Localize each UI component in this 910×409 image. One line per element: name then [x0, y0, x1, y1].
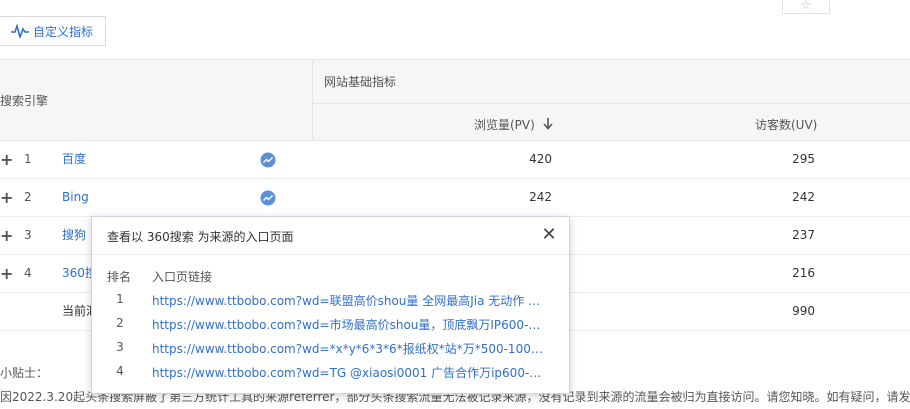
expand-icon[interactable]: +: [0, 179, 13, 216]
uv-value: 295: [792, 152, 815, 166]
metric-headers: 浏览量(PV) 访客数(UV): [312, 103, 910, 141]
entry-page-link[interactable]: https://www.ttbobo.com?wd=联盟高价shou量 全网最高…: [152, 292, 547, 309]
trend-chart-icon[interactable]: [260, 190, 276, 206]
rank-column-header: 排名: [107, 270, 132, 284]
uv-value: 237: [792, 228, 815, 242]
uv-value: 242: [792, 190, 815, 204]
engine-name-link[interactable]: Bing: [62, 179, 89, 216]
pulse-icon: [11, 24, 29, 38]
popup-title: 查看以 360搜索 为来源的入口页面: [107, 230, 294, 244]
star-icon: ☆: [800, 0, 812, 12]
row-index: 4: [24, 266, 32, 280]
entry-page-link[interactable]: https://www.ttbobo.com?wd=TG @xiaosi0001…: [152, 364, 547, 381]
row-index: 2: [24, 190, 32, 204]
group-header: 网站基础指标: [312, 59, 910, 103]
custom-metrics-button[interactable]: 自定义指标: [0, 16, 106, 46]
pv-value: 242: [529, 190, 552, 204]
engine-name-link[interactable]: 搜狗: [62, 217, 86, 254]
rank-value: 2: [116, 316, 124, 330]
table-row: + 2 Bing 242 242: [0, 179, 910, 217]
engine-name-link[interactable]: 百度: [62, 141, 86, 178]
rank-value: 4: [116, 364, 124, 378]
row-index: 1: [24, 152, 32, 166]
pv-value: 420: [529, 152, 552, 166]
group-header-label: 网站基础指标: [324, 75, 397, 89]
uv-column-header[interactable]: 访客数(UV): [755, 116, 817, 133]
table-row: + 1 百度 420 295: [0, 141, 910, 179]
custom-metrics-label: 自定义指标: [33, 24, 94, 39]
sort-desc-icon[interactable]: [543, 118, 553, 130]
summary-uv-value: 990: [792, 304, 815, 318]
entry-pages-popup: 查看以 360搜索 为来源的入口页面 ✕ 排名 入口页链接 1 https://…: [91, 216, 570, 394]
trend-chart-icon[interactable]: [260, 152, 276, 168]
expand-icon[interactable]: +: [0, 217, 13, 254]
popup-header: 查看以 360搜索 为来源的入口页面 ✕: [92, 217, 569, 255]
row-index: 3: [24, 228, 32, 242]
tips-title: 小贴士：: [0, 366, 49, 380]
uv-value: 216: [792, 266, 815, 280]
engine-column-label: 搜索引擎: [0, 94, 49, 108]
pv-column-header[interactable]: 浏览量(PV): [474, 116, 535, 133]
expand-icon[interactable]: +: [0, 141, 13, 178]
rank-value: 1: [116, 292, 124, 306]
entry-page-link[interactable]: https://www.ttbobo.com?wd=*x*y*6*3*6*报纸权…: [152, 340, 547, 357]
link-column-header: 入口页链接: [152, 270, 213, 284]
favorite-button[interactable]: ☆: [782, 0, 830, 14]
rank-value: 3: [116, 340, 124, 354]
expand-icon[interactable]: +: [0, 255, 13, 292]
engine-column-header: 搜索引擎: [0, 59, 312, 141]
close-icon[interactable]: ✕: [541, 225, 557, 245]
entry-page-link[interactable]: https://www.ttbobo.com?wd=市场最高价shou量，顶底飘…: [152, 316, 547, 333]
